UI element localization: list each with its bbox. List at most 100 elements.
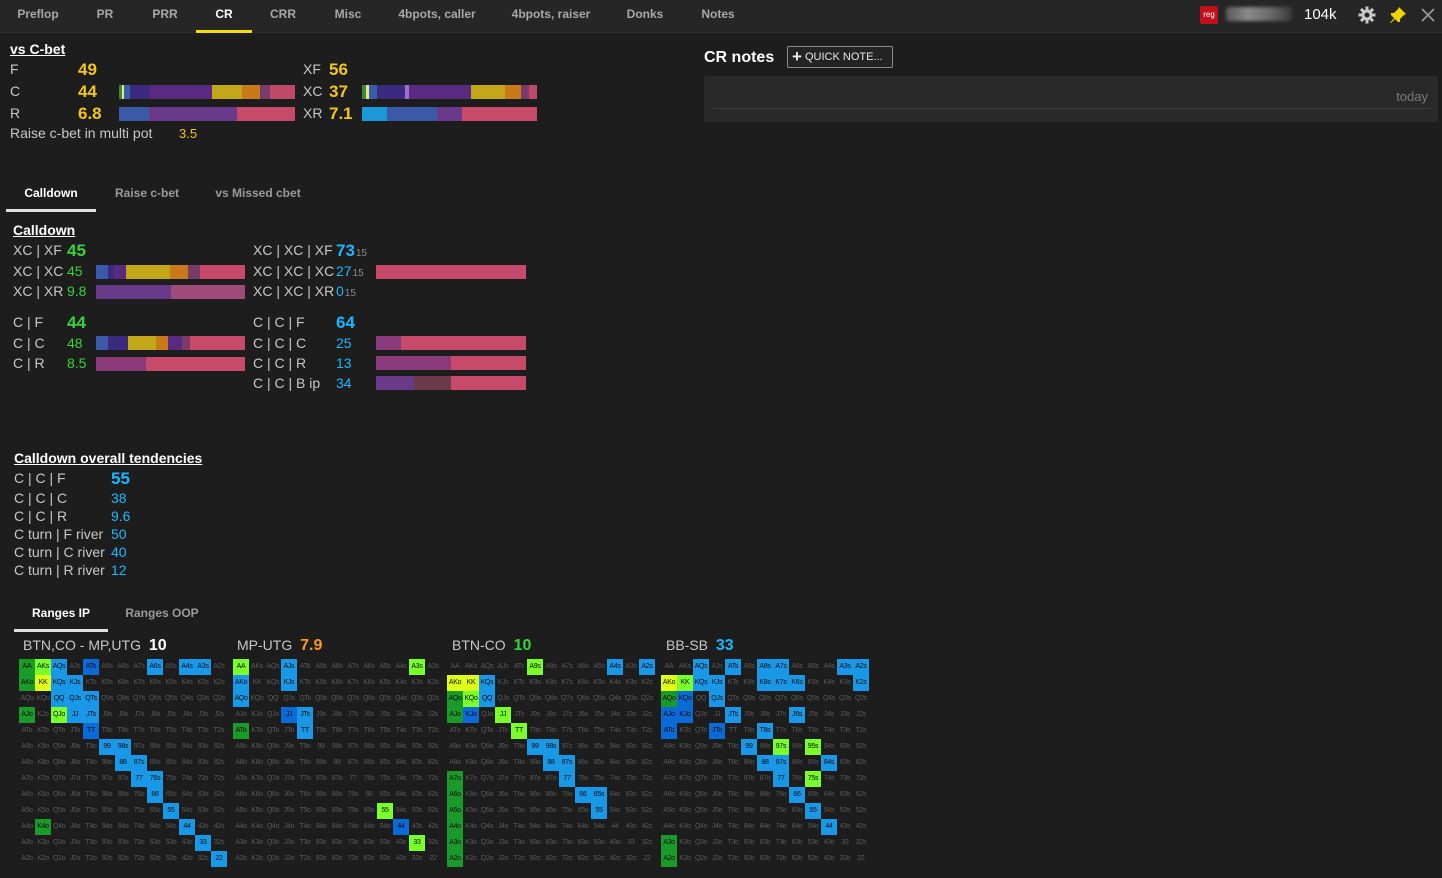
range-cell: 82o bbox=[759, 855, 771, 862]
range-cell: 75s bbox=[379, 775, 391, 782]
range-cell: 54o bbox=[593, 823, 605, 830]
tab-donks[interactable]: Donks bbox=[616, 0, 674, 33]
range-cell: 95s bbox=[165, 743, 177, 750]
calldown-xcxcxc-bar bbox=[376, 265, 526, 279]
range-cell: J9s bbox=[102, 711, 112, 718]
range-cell: QTs bbox=[513, 695, 525, 702]
range-cell: 77 bbox=[773, 771, 789, 787]
range-cell: 74o bbox=[347, 823, 359, 830]
range-cell: T8s bbox=[545, 727, 557, 734]
range-cell: K2o bbox=[251, 855, 263, 862]
range-cell: 87o bbox=[759, 775, 771, 782]
range-cell: 99 bbox=[741, 739, 757, 755]
tab-notes[interactable]: Notes bbox=[692, 0, 744, 33]
range-cell: 62o bbox=[577, 855, 589, 862]
range-cell: J9o bbox=[711, 743, 723, 750]
range-cell: AQo bbox=[233, 691, 249, 707]
range-cell: 54o bbox=[807, 823, 819, 830]
range-cell: Q8s bbox=[331, 695, 343, 702]
tab-cr[interactable]: CR bbox=[196, 0, 252, 33]
range-cell: 53o bbox=[593, 839, 605, 846]
range-cell: Q3s bbox=[197, 695, 209, 702]
range-cell: Q3s bbox=[625, 695, 637, 702]
cbet-xf-value: 56 bbox=[329, 60, 348, 79]
range-cell: A9o bbox=[21, 743, 33, 750]
range-cell: 72o bbox=[775, 855, 787, 862]
range-cell: A7s bbox=[561, 663, 573, 670]
range-cell: K9s bbox=[529, 679, 541, 686]
tab-4bpots-caller[interactable]: 4bpots, caller bbox=[390, 0, 484, 33]
range-cell: K9s bbox=[743, 679, 755, 686]
range-cell: 99 bbox=[99, 739, 115, 755]
subtab-vs-missed-cbet[interactable]: vs Missed cbet bbox=[206, 186, 310, 200]
range-cell: Q9s bbox=[743, 695, 755, 702]
range-cell: A7s bbox=[773, 659, 789, 675]
range-cell: 66 bbox=[365, 791, 373, 798]
notes-panel[interactable]: today bbox=[704, 76, 1438, 122]
range-cell: J6o bbox=[497, 791, 509, 798]
range-cell: A2s bbox=[427, 663, 439, 670]
range-cell: T9s bbox=[101, 727, 113, 734]
range-cell: J3s bbox=[840, 711, 850, 718]
range-cell: J5o bbox=[497, 807, 509, 814]
range-cell: A4o bbox=[21, 823, 33, 830]
range-cell: 85s bbox=[807, 759, 819, 766]
range-cell: T7o bbox=[299, 775, 311, 782]
range-cell: 98s bbox=[331, 743, 343, 750]
subtab-raise-cbet[interactable]: Raise c-bet bbox=[104, 186, 190, 200]
range-cell: Q8s bbox=[759, 695, 771, 702]
range-cell: K9s bbox=[315, 679, 327, 686]
range-cell: A7o bbox=[21, 775, 33, 782]
range-cell: AKs bbox=[465, 663, 477, 670]
tab-misc[interactable]: Misc bbox=[320, 0, 376, 33]
range-cell: TT bbox=[297, 723, 313, 739]
tab-4bpots-raiser[interactable]: 4bpots, raiser bbox=[502, 0, 600, 33]
range-cell: 64o bbox=[363, 823, 375, 830]
range-cell: K6o bbox=[679, 791, 691, 798]
range-cell: 53o bbox=[165, 839, 177, 846]
calldown-cccr-bar bbox=[376, 356, 526, 370]
range-cell: K4o bbox=[465, 823, 477, 830]
range-cell: 87s bbox=[131, 755, 147, 771]
range-cell: T4o bbox=[299, 823, 311, 830]
tab-crr[interactable]: CRR bbox=[258, 0, 308, 33]
range-cell: 93o bbox=[529, 839, 541, 846]
cbet-xf-label: XF bbox=[303, 61, 321, 77]
range-cell: J2s bbox=[214, 711, 224, 718]
subtab-calldown[interactable]: Calldown bbox=[6, 186, 96, 200]
tab-ranges-oop[interactable]: Ranges OOP bbox=[118, 606, 206, 620]
pin-icon[interactable] bbox=[1389, 6, 1407, 24]
range-cell: AKo bbox=[661, 675, 677, 691]
range-cell: J7s bbox=[776, 711, 786, 718]
range-cell: K9o bbox=[465, 743, 477, 750]
quick-note-button[interactable]: + QUICK NOTE... bbox=[787, 46, 893, 68]
range-cell: 84s bbox=[609, 759, 621, 766]
range-cell: T2o bbox=[299, 855, 311, 862]
range-cell: KJo bbox=[37, 711, 49, 718]
range-cell: T4o bbox=[513, 823, 525, 830]
range-cell: 94o bbox=[101, 823, 113, 830]
range-cell: 86o bbox=[545, 791, 557, 798]
range-cell: ATo bbox=[449, 727, 461, 734]
tab-preflop[interactable]: Preflop bbox=[6, 0, 70, 33]
range-cell: QTs bbox=[83, 691, 99, 707]
range-cell: J2s bbox=[642, 711, 652, 718]
close-icon[interactable] bbox=[1420, 7, 1436, 23]
range-cell: Q6o bbox=[52, 791, 66, 798]
range-cell: 42o bbox=[395, 855, 407, 862]
range-cell: QJo bbox=[695, 711, 707, 718]
tab-ranges-ip[interactable]: Ranges IP bbox=[14, 606, 108, 620]
range-cell: Q3o bbox=[694, 839, 708, 846]
range-cell: 94s bbox=[609, 743, 621, 750]
range-cell: 42s bbox=[641, 823, 653, 830]
range-cell: AKs bbox=[35, 659, 51, 675]
range-cell: K2s bbox=[427, 679, 439, 686]
tab-prr[interactable]: PRR bbox=[138, 0, 192, 33]
tab-pr[interactable]: PR bbox=[80, 0, 130, 33]
range-cell: T8s bbox=[331, 727, 343, 734]
range-cell: Q8s bbox=[117, 695, 129, 702]
range-cell: 95o bbox=[529, 807, 541, 814]
gear-icon[interactable] bbox=[1358, 6, 1376, 24]
range-cell: 42o bbox=[823, 855, 835, 862]
range-cell: AJs bbox=[711, 663, 723, 670]
